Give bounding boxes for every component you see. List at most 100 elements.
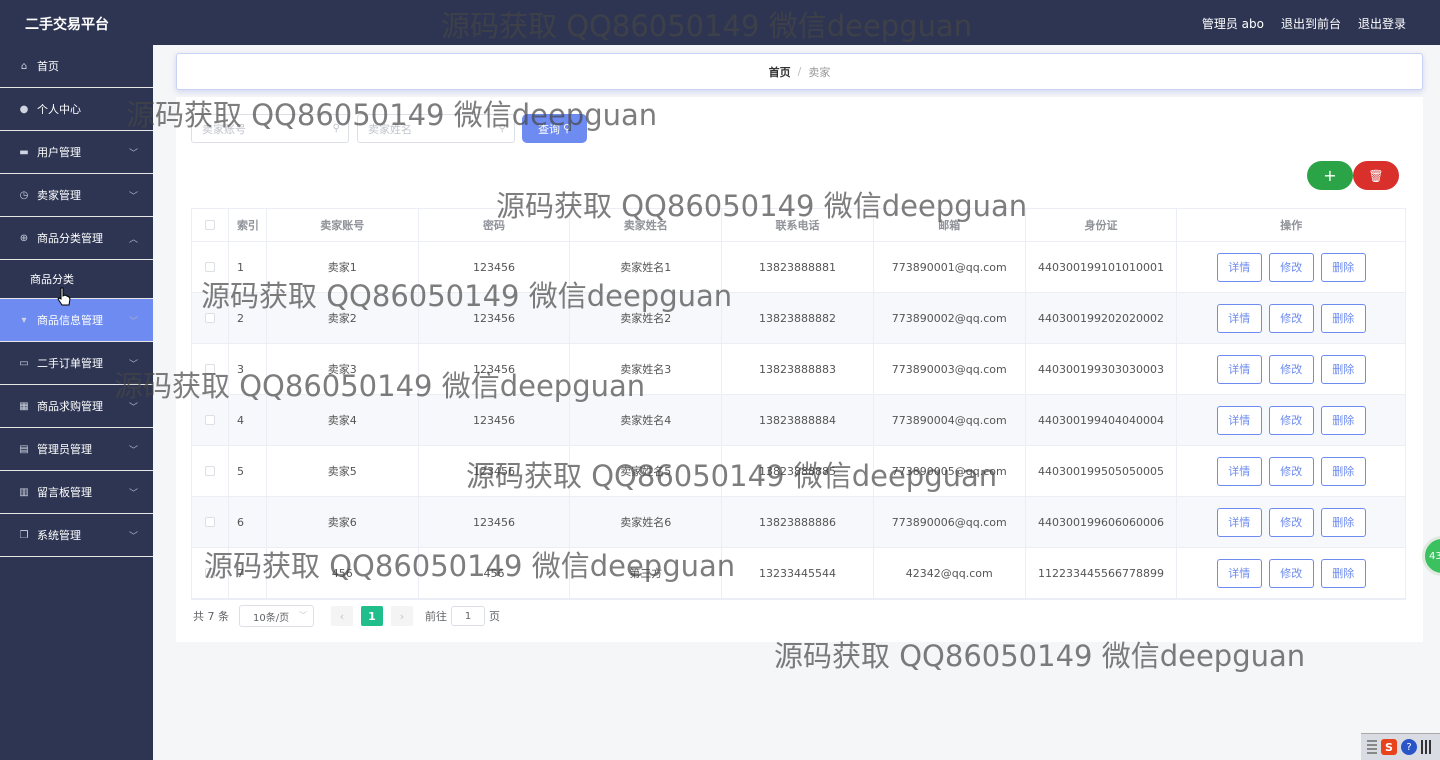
detail-button[interactable]: 详情: [1216, 252, 1262, 282]
sidebar-item-sellers[interactable]: ◷ 卖家管理 ﹀: [0, 174, 153, 217]
logout-link[interactable]: 退出登录: [1358, 15, 1406, 32]
edit-button[interactable]: 修改: [1268, 405, 1314, 435]
select-all-checkbox[interactable]: [204, 220, 215, 230]
row-checkbox[interactable]: [204, 313, 215, 323]
column-header-id-card: 身份证: [1026, 209, 1178, 241]
sidebar-item-label: 商品信息管理: [37, 314, 103, 327]
cell-phone: 13823888886: [722, 497, 874, 547]
page-size-value: 10条/页: [253, 612, 290, 624]
cell-seller-name: 卖家姓名1: [570, 242, 723, 292]
cell-operations: 详情 修改 删除: [1177, 446, 1405, 496]
detail-button[interactable]: 详情: [1216, 558, 1262, 588]
edit-button[interactable]: 修改: [1268, 303, 1314, 333]
column-header-index: 索引: [229, 209, 267, 241]
page-number-current[interactable]: 1: [361, 606, 383, 626]
cell-password: 123456: [419, 395, 571, 445]
sidebar-item-home[interactable]: ⌂ 首页: [0, 45, 153, 88]
detail-button[interactable]: 详情: [1216, 354, 1262, 384]
chevron-down-icon: ﹀: [128, 532, 138, 542]
seller-account-search-input[interactable]: 卖家账号 ⚲: [191, 114, 349, 143]
sidebar-item-users[interactable]: ▬ 用户管理 ﹀: [0, 131, 153, 174]
admin-user-link[interactable]: 管理员 abo: [1202, 15, 1264, 32]
row-checkbox[interactable]: [204, 568, 215, 578]
edit-button[interactable]: 修改: [1268, 354, 1314, 384]
cell-seller-name: 卖家姓名5: [570, 446, 723, 496]
grid-icon: ▦: [19, 400, 29, 412]
detail-button[interactable]: 详情: [1216, 456, 1262, 486]
detail-button[interactable]: 详情: [1216, 405, 1262, 435]
sogou-ime-icon[interactable]: S: [1381, 739, 1397, 755]
settings-bars-icon[interactable]: [1421, 740, 1431, 754]
select-all-cell: [192, 209, 229, 241]
detail-button[interactable]: 详情: [1216, 303, 1262, 333]
chevron-down-icon: ﹀: [128, 403, 138, 413]
sidebar-item-profile[interactable]: ● 个人中心: [0, 88, 153, 131]
batch-delete-button[interactable]: 🗑: [1353, 161, 1399, 190]
delete-button[interactable]: 删除: [1320, 354, 1366, 384]
row-checkbox[interactable]: [204, 262, 215, 272]
cell-password: 123456: [419, 497, 571, 547]
breadcrumb-home[interactable]: 首页: [769, 64, 791, 80]
sidebar-item-category-mgmt[interactable]: ⊕ 商品分类管理 ︿: [0, 217, 153, 260]
cell-id-card: 440300199505050005: [1026, 446, 1178, 496]
cell-password: 123456: [419, 446, 571, 496]
cell-phone: 13823888881: [722, 242, 874, 292]
column-header-operations: 操作: [1280, 219, 1303, 232]
row-checkbox[interactable]: [204, 415, 215, 425]
delete-button[interactable]: 删除: [1320, 507, 1366, 537]
query-button[interactable]: 查询 ⚲: [522, 114, 587, 143]
cell-email: 773890001@qq.com: [874, 242, 1026, 292]
sidebar-item-label: 卖家管理: [37, 189, 81, 202]
hand-cursor-icon: [57, 287, 71, 306]
cell-seller-account: 卖家4: [267, 395, 419, 445]
next-page-button[interactable]: ›: [391, 606, 413, 626]
add-button[interactable]: +: [1307, 161, 1353, 190]
row-checkbox[interactable]: [204, 466, 215, 476]
sidebar-item-requests[interactable]: ▦ 商品求购管理 ﹀: [0, 385, 153, 428]
sidebar-item-orders[interactable]: ▭ 二手订单管理 ﹀: [0, 342, 153, 385]
goto-page-input[interactable]: 1: [451, 606, 485, 626]
table-row: 5 卖家5 123456 卖家姓名5 13823888885 773890005@qq.c…: [192, 446, 1405, 497]
query-button-label: 查询: [537, 122, 560, 136]
seller-table: 索引 卖家账号 密码 卖家姓名 联系电话 邮箱 身份证 操作 1 卖家1 123456 卖家姓名1 13…: [191, 208, 1406, 600]
cell-seller-account: 卖家2: [267, 293, 419, 343]
edit-button[interactable]: 修改: [1268, 507, 1314, 537]
delete-button[interactable]: 删除: [1320, 405, 1366, 435]
sidebar-item-admins[interactable]: ▤ 管理员管理 ﹀: [0, 428, 153, 471]
edit-button[interactable]: 修改: [1268, 252, 1314, 282]
cell-seller-account: 卖家3: [267, 344, 419, 394]
table-row: 2 卖家2 123456 卖家姓名2 13823888882 773890002@qq.c…: [192, 293, 1405, 344]
seller-name-placeholder: 卖家姓名: [368, 122, 412, 136]
edit-button[interactable]: 修改: [1268, 558, 1314, 588]
row-select-cell: [192, 293, 229, 343]
cell-email: 42342@qq.com: [874, 548, 1026, 598]
cell-id-card: 440300199202020002: [1026, 293, 1178, 343]
cell-index: 4: [229, 395, 267, 445]
table-row: 3 卖家3 123456 卖家姓名3 13823888883 773890003@qq.c…: [192, 344, 1405, 395]
prev-page-button[interactable]: ‹: [331, 606, 353, 626]
chart-icon: ▥: [19, 486, 29, 498]
cell-seller-name: 卖家姓名4: [570, 395, 723, 445]
help-icon[interactable]: ?: [1401, 739, 1417, 755]
delete-button[interactable]: 删除: [1320, 558, 1366, 588]
row-checkbox[interactable]: [204, 517, 215, 527]
delete-button[interactable]: 删除: [1320, 252, 1366, 282]
delete-button[interactable]: 删除: [1320, 303, 1366, 333]
chevron-down-icon: ﹀: [128, 149, 138, 159]
chevron-up-icon: ︿: [128, 235, 138, 245]
chevron-down-icon: ﹀: [128, 192, 138, 202]
row-checkbox[interactable]: [204, 364, 215, 374]
sidebar-item-messages[interactable]: ▥ 留言板管理 ﹀: [0, 471, 153, 514]
sidebar-item-category[interactable]: 商品分类: [0, 260, 153, 299]
seller-name-search-input[interactable]: 卖家姓名 ⚲: [357, 114, 515, 143]
copy-icon: ❐: [19, 529, 29, 541]
sidebar-item-system[interactable]: ❐ 系统管理 ﹀: [0, 514, 153, 557]
detail-button[interactable]: 详情: [1216, 507, 1262, 537]
delete-button[interactable]: 删除: [1320, 456, 1366, 486]
edit-button[interactable]: 修改: [1268, 456, 1314, 486]
exit-to-front-link[interactable]: 退出到前台: [1281, 15, 1341, 32]
cell-id-card: 440300199303030003: [1026, 344, 1178, 394]
page-size-select[interactable]: 10条/页 ﹀: [239, 605, 314, 627]
table-icon: ▤: [19, 443, 29, 455]
sidebar-item-product-info[interactable]: ▾ 商品信息管理 ﹀: [0, 299, 153, 342]
